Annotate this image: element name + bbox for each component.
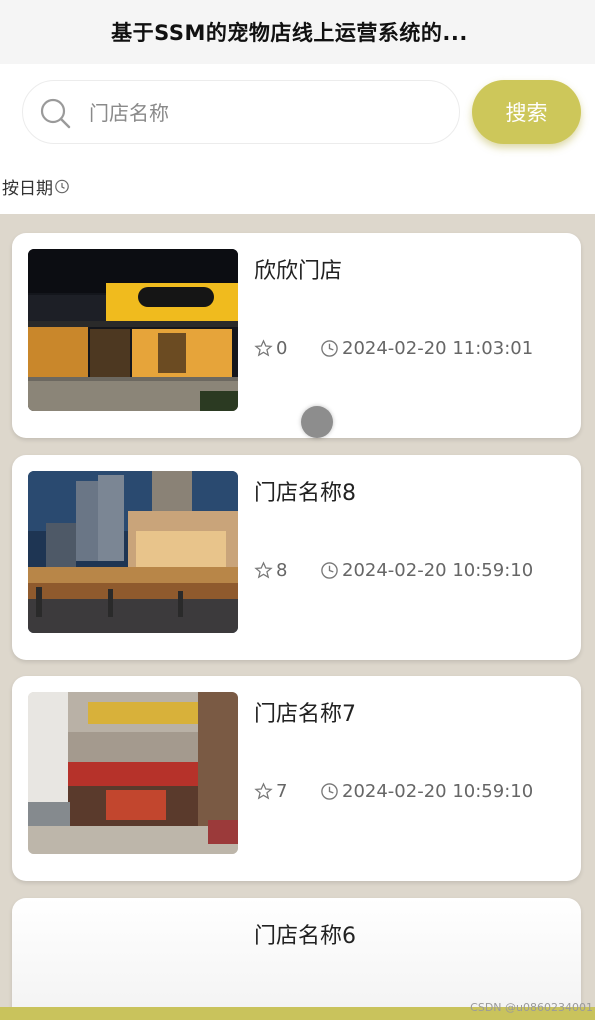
store-meta: 8 2024-02-20 10:59:10 — [254, 557, 533, 583]
sort-by-date[interactable]: 按日期 — [2, 174, 70, 199]
store-thumbnail — [28, 471, 238, 633]
search-icon — [40, 98, 71, 129]
store-name: 门店名称8 — [254, 481, 356, 506]
store-count: 7 — [276, 780, 288, 802]
clock-icon — [321, 561, 338, 579]
search-button[interactable]: 搜索 — [472, 80, 581, 144]
store-name: 门店名称6 — [254, 924, 356, 949]
store-card[interactable]: 欣欣门店 0 2024-02-20 11:03:01 — [12, 233, 581, 438]
clock-icon — [321, 339, 338, 357]
store-name: 欣欣门店 — [254, 259, 343, 284]
search-box[interactable] — [22, 80, 460, 145]
touch-indicator — [301, 406, 333, 438]
store-name: 门店名称7 — [254, 702, 356, 727]
store-card[interactable]: 门店名称8 8 2024-02-20 10:59:10 — [12, 455, 581, 660]
clock-icon — [55, 179, 69, 194]
search-input[interactable] — [87, 81, 451, 145]
store-count: 0 — [276, 337, 288, 359]
store-count: 8 — [276, 559, 288, 581]
sort-label: 按日期 — [2, 178, 53, 199]
store-list[interactable]: 欣欣门店 0 2024-02-20 11:03:01 门店名称8 8 2024-… — [0, 214, 595, 1020]
store-thumbnail — [28, 249, 238, 411]
store-card[interactable]: 门店名称7 7 2024-02-20 10:59:10 — [12, 676, 581, 881]
app-header: 基于SSM的宠物店线上运营系统的... — [0, 0, 595, 64]
star-icon — [254, 560, 273, 578]
clock-icon — [321, 782, 338, 800]
store-time: 2024-02-20 11:03:01 — [342, 337, 534, 359]
watermark: CSDN @u0860234001 — [470, 1001, 593, 1014]
store-meta: 0 2024-02-20 11:03:01 — [254, 335, 533, 361]
star-icon — [254, 781, 273, 799]
star-icon — [254, 338, 273, 356]
store-thumbnail — [28, 692, 238, 854]
page-title: 基于SSM的宠物店线上运营系统的... — [111, 21, 468, 45]
store-time: 2024-02-20 10:59:10 — [342, 780, 534, 802]
store-time: 2024-02-20 10:59:10 — [342, 559, 534, 581]
store-meta: 7 2024-02-20 10:59:10 — [254, 778, 533, 804]
